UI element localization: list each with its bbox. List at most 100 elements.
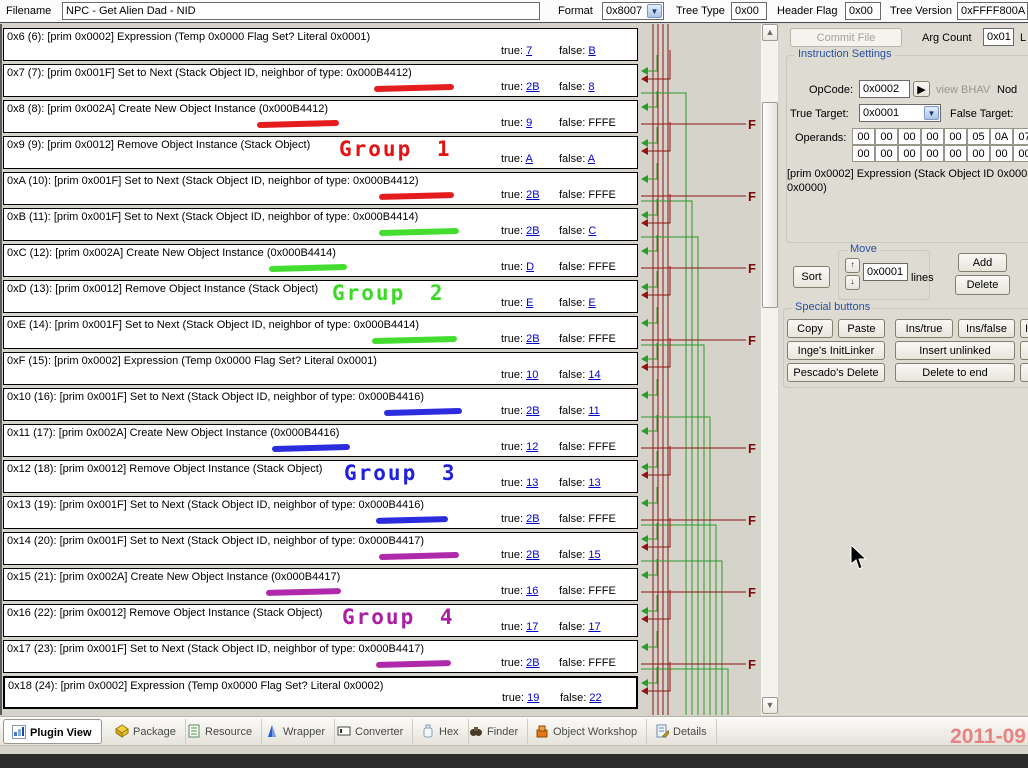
true-target-link[interactable]: 16 [526, 585, 538, 597]
false-target-link[interactable]: 11 [588, 405, 599, 417]
filename-input[interactable]: NPC - Get Alien Dad - NID [62, 2, 540, 20]
tab-plugin-view[interactable]: Plugin View [3, 719, 102, 744]
instruction-row[interactable]: 0x8 (8): [prim 0x002A] Create New Object… [3, 100, 638, 133]
instruction-row[interactable]: 0xB (11): [prim 0x001F] Set to Next (Sta… [3, 208, 638, 241]
false-target-link[interactable]: 17 [588, 621, 600, 633]
move-up-button[interactable]: ↑ [845, 258, 860, 273]
tab-object-workshop[interactable]: Object Workshop [527, 719, 647, 744]
special-button-insert-unlinked[interactable]: Insert unlinked [895, 341, 1015, 360]
special-button-ins-true[interactable]: Ins/true [895, 319, 953, 338]
move-lines-field[interactable]: 0x0001 [863, 263, 908, 281]
true-target-link[interactable]: E [526, 297, 533, 309]
instruction-row[interactable]: 0xD (13): [prim 0x0012] Remove Object In… [3, 280, 638, 313]
true-target-link[interactable]: 10 [526, 369, 538, 381]
false-target-link[interactable]: 22 [589, 692, 601, 704]
operand-cell[interactable]: 00 [944, 145, 967, 162]
instruction-row[interactable]: 0x7 (7): [prim 0x001F] Set to Next (Stac… [3, 64, 638, 97]
scroll-up-button[interactable]: ▲ [762, 24, 778, 41]
operand-cell[interactable]: 00 [875, 145, 898, 162]
special-button-copy[interactable]: Copy [787, 319, 833, 338]
special-button-delete-to-end[interactable]: Delete to end [895, 363, 1015, 382]
operand-cell[interactable]: 00 [990, 145, 1013, 162]
move-down-button[interactable]: ↓ [845, 275, 860, 290]
add-button[interactable]: Add [958, 253, 1007, 272]
instruction-row[interactable]: 0xA (10): [prim 0x001F] Set to Next (Sta… [3, 172, 638, 205]
instruction-row[interactable]: 0x17 (23): [prim 0x001F] Set to Next (St… [3, 640, 638, 673]
false-target-link[interactable]: 15 [588, 549, 600, 561]
true-target-link[interactable]: 2B [526, 513, 539, 525]
true-target-link[interactable]: D [526, 261, 534, 273]
instruction-row[interactable]: 0x10 (16): [prim 0x001F] Set to Next (St… [3, 388, 638, 421]
operand-cell[interactable]: 00 [921, 145, 944, 162]
arg-count-field[interactable]: 0x01 [983, 28, 1014, 46]
false-target-link[interactable]: 13 [588, 477, 600, 489]
scroll-down-button[interactable]: ▼ [762, 697, 778, 714]
commit-file-button[interactable]: Commit File [790, 28, 902, 47]
false-target-link[interactable]: B [588, 45, 595, 57]
instruction-row[interactable]: 0x9 (9): [prim 0x0012] Remove Object Ins… [3, 136, 638, 169]
operand-cell[interactable]: 00 [852, 145, 875, 162]
instruction-row[interactable]: 0x13 (19): [prim 0x001F] Set to Next (St… [3, 496, 638, 529]
instruction-row[interactable]: 0xC (12): [prim 0x002A] Create New Objec… [3, 244, 638, 277]
opcode-browse-button[interactable]: ▶ [913, 81, 930, 97]
operand-cell[interactable]: 00 [875, 128, 898, 145]
operand-cell[interactable]: 00 [921, 128, 944, 145]
instruction-row[interactable]: 0x15 (21): [prim 0x002A] Create New Obje… [3, 568, 638, 601]
special-button-pescado-s-delete[interactable]: Pescado's Delete [787, 363, 885, 382]
false-target-link[interactable]: E [588, 297, 595, 309]
opcode-field[interactable]: 0x0002 [859, 80, 910, 98]
instruction-row[interactable]: 0x6 (6): [prim 0x0002] Expression (Temp … [3, 28, 638, 61]
instruction-row[interactable]: 0x18 (24): [prim 0x0002] Expression (Tem… [3, 676, 638, 709]
operand-cell[interactable]: 00 [1013, 145, 1028, 162]
instruction-row[interactable]: 0x16 (22): [prim 0x0012] Remove Object I… [3, 604, 638, 637]
instruction-row[interactable]: 0xE (14): [prim 0x001F] Set to Next (Sta… [3, 316, 638, 349]
operand-cell[interactable]: 00 [898, 128, 921, 145]
true-target-link[interactable]: 2B [526, 81, 539, 93]
tree-version-field[interactable]: 0xFFFF800A [957, 2, 1028, 20]
tree-type-field[interactable]: 0x00 [731, 2, 767, 20]
true-target-link[interactable]: 2B [526, 189, 539, 201]
true-target-select[interactable]: 0x0001 ▼ [859, 104, 941, 122]
true-target-link[interactable]: 9 [526, 117, 532, 129]
tab-wrapper[interactable]: Wrapper [257, 719, 335, 744]
clipped-button[interactable] [1020, 341, 1028, 360]
special-button-inge-s-initlinker[interactable]: Inge's InitLinker [787, 341, 885, 360]
special-button-ins-false[interactable]: Ins/false [958, 319, 1015, 338]
instruction-row[interactable]: 0x14 (20): [prim 0x001F] Set to Next (St… [3, 532, 638, 565]
tab-resource[interactable]: Resource [179, 719, 262, 744]
tab-package[interactable]: Package [107, 719, 186, 744]
clipped-button[interactable] [1020, 363, 1028, 382]
false-target-link[interactable]: A [588, 153, 595, 165]
operand-cell[interactable]: 07 [1013, 128, 1028, 145]
true-target-link[interactable]: 2B [526, 549, 539, 561]
tab-converter[interactable]: Converter [329, 719, 413, 744]
true-target-link[interactable]: 19 [527, 692, 539, 704]
instruction-row[interactable]: 0x11 (17): [prim 0x002A] Create New Obje… [3, 424, 638, 457]
format-select[interactable]: 0x8007 ▼ [602, 2, 664, 20]
true-target-link[interactable]: 17 [526, 621, 538, 633]
operand-cell[interactable]: 00 [944, 128, 967, 145]
false-target-link[interactable]: 8 [588, 81, 594, 93]
sort-button[interactable]: Sort [793, 266, 830, 288]
instruction-row[interactable]: 0x12 (18): [prim 0x0012] Remove Object I… [3, 460, 638, 493]
true-target-link[interactable]: 2B [526, 657, 539, 669]
chevron-down-icon[interactable]: ▼ [647, 4, 662, 18]
header-flag-field[interactable]: 0x00 [845, 2, 881, 20]
tab-finder[interactable]: Finder [461, 719, 528, 744]
operand-cell[interactable]: 00 [852, 128, 875, 145]
true-target-link[interactable]: 2B [526, 225, 539, 237]
false-target-link[interactable]: C [588, 225, 596, 237]
clipped-button[interactable]: I [1020, 319, 1028, 338]
true-target-link[interactable]: A [525, 153, 532, 165]
operand-cell[interactable]: 0A [990, 128, 1013, 145]
operand-cell[interactable]: 00 [967, 145, 990, 162]
true-target-link[interactable]: 7 [526, 45, 532, 57]
true-target-link[interactable]: 2B [526, 333, 539, 345]
false-target-link[interactable]: 14 [588, 369, 600, 381]
true-target-link[interactable]: 12 [526, 441, 538, 453]
delete-button[interactable]: Delete [955, 275, 1010, 295]
operand-cell[interactable]: 00 [898, 145, 921, 162]
true-target-link[interactable]: 13 [526, 477, 538, 489]
true-target-link[interactable]: 2B [526, 405, 539, 417]
scrollbar-thumb[interactable] [762, 102, 778, 308]
